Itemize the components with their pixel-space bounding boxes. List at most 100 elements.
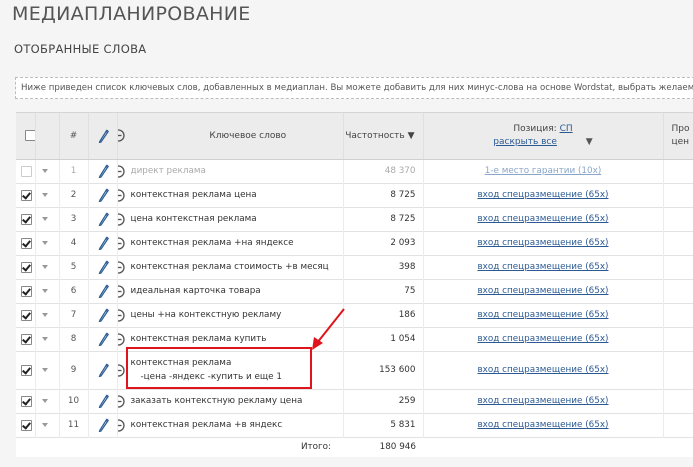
row-checkbox[interactable]	[21, 261, 32, 273]
row-edit-button[interactable]	[88, 303, 118, 327]
row-edit-button[interactable]	[88, 159, 118, 183]
row-position-link[interactable]: вход спецразмещение (65х)	[478, 262, 609, 272]
select-all-cell	[16, 113, 36, 160]
minus-circle-icon	[117, 394, 125, 408]
chevron-down-icon[interactable]	[41, 336, 48, 341]
row-checkbox[interactable]	[21, 333, 32, 345]
row-checkbox[interactable]	[21, 213, 32, 225]
info-box: Ниже приведен список ключевых слов, доба…	[15, 77, 693, 99]
row-edit-button[interactable]	[88, 327, 118, 351]
row-minus-words-button[interactable]	[117, 418, 125, 432]
row-keyword: цены +на контекстную рекламу	[130, 310, 282, 320]
row-position-link[interactable]: вход спецразмещение (65х)	[478, 214, 609, 224]
row-position-cell: 1-е место гарантии (10х)	[423, 159, 664, 183]
row-extra-cell	[663, 327, 693, 351]
minus-circle-icon[interactable]	[117, 129, 125, 142]
row-keyword-cell: контекстная реклама +в яндекс	[117, 413, 344, 437]
row-checkbox[interactable]	[21, 237, 32, 249]
row-frequency: 259	[343, 389, 424, 413]
row-minus-words-button[interactable]	[117, 260, 125, 274]
row-number: 8	[59, 327, 89, 351]
row-checkbox[interactable]	[21, 395, 32, 407]
row-edit-button[interactable]	[88, 413, 118, 437]
row-edit-button[interactable]	[88, 351, 118, 389]
row-keyword: цена контекстная реклама	[130, 214, 257, 224]
row-position-link[interactable]: вход спецразмещение (65х)	[478, 310, 609, 320]
row-extra-cell	[663, 183, 693, 207]
total-value: 180 946	[379, 442, 416, 453]
row-select-cell	[16, 255, 36, 279]
row-checkbox[interactable]	[21, 189, 32, 201]
row-position-link[interactable]: вход спецразмещение (65х)	[478, 420, 609, 430]
row-position-link[interactable]: вход спецразмещение (65х)	[478, 286, 609, 296]
row-checkbox[interactable]	[21, 364, 32, 376]
row-edit-button[interactable]	[88, 255, 118, 279]
row-minus-words-button[interactable]	[117, 363, 125, 377]
pencil-icon	[98, 418, 109, 433]
row-edit-button[interactable]	[88, 279, 118, 303]
row-position-link[interactable]: вход спецразмещение (65х)	[478, 396, 609, 406]
row-checkbox[interactable]	[21, 309, 32, 321]
info-text: Ниже приведен список ключевых слов, доба…	[21, 83, 693, 93]
chevron-down-icon[interactable]	[41, 367, 48, 372]
row-checkbox[interactable]	[21, 165, 32, 177]
row-menu-cell	[35, 279, 60, 303]
row-menu-cell	[35, 255, 60, 279]
row-menu-cell	[35, 413, 60, 437]
chevron-down-icon[interactable]	[41, 398, 48, 403]
row-frequency: 2 093	[343, 231, 424, 255]
row-minus-words-button[interactable]	[117, 332, 125, 346]
row-minus-words-button[interactable]	[117, 164, 125, 178]
row-number: 2	[59, 183, 89, 207]
header-extra: Про цен	[663, 113, 693, 160]
pencil-icon	[98, 284, 109, 299]
table-row: 6 идеальная карточка товара 75 вход спецраз…	[16, 279, 693, 303]
chevron-down-icon[interactable]	[41, 240, 48, 245]
row-edit-button[interactable]	[88, 207, 118, 231]
chevron-down-icon[interactable]	[41, 312, 48, 317]
row-minus-words-button[interactable]	[117, 236, 125, 250]
table-row: 2 контекстная реклама цена 8 725 вход спецр…	[16, 183, 693, 207]
row-minus-words-button[interactable]	[117, 212, 125, 226]
row-keyword-cell: контекстная реклама стоимость +в месяц	[117, 255, 344, 279]
chevron-down-icon[interactable]	[41, 168, 48, 173]
row-edit-button[interactable]	[88, 389, 118, 413]
row-extra-cell	[663, 413, 693, 437]
header-edit[interactable]	[88, 113, 118, 160]
pencil-icon	[98, 212, 109, 227]
table-header: # Ключевое слово Частотность ▼ Позиция: …	[16, 113, 693, 160]
pencil-icon	[98, 236, 109, 251]
chevron-down-icon[interactable]	[41, 422, 48, 427]
row-menu-cell	[35, 207, 60, 231]
expand-all-link[interactable]: раскрыть все	[493, 137, 557, 147]
header-frequency[interactable]: Частотность ▼	[343, 113, 424, 160]
row-position-link[interactable]: 1-е место гарантии (10х)	[485, 166, 602, 176]
row-number: 5	[59, 255, 89, 279]
chevron-down-icon[interactable]	[41, 216, 48, 221]
row-position-link[interactable]: вход спецразмещение (65х)	[478, 238, 609, 248]
row-minus-words-button[interactable]	[117, 284, 125, 298]
row-number: 10	[59, 389, 89, 413]
row-keyword-cell: директ реклама	[117, 159, 344, 183]
row-position-cell: вход спецразмещение (65х)	[423, 351, 664, 389]
chevron-down-icon[interactable]	[41, 264, 48, 269]
row-minus-words-button[interactable]	[117, 394, 125, 408]
header-keyword: Ключевое слово	[117, 113, 344, 160]
row-edit-button[interactable]	[88, 231, 118, 255]
row-minus-words-button[interactable]	[117, 308, 125, 322]
chevron-down-icon[interactable]	[41, 288, 48, 293]
row-position-link[interactable]: вход спецразмещение (65х)	[478, 190, 609, 200]
row-position-link[interactable]: вход спецразмещение (65х)	[478, 365, 609, 375]
table-row: 9 контекстная реклама -цена -яндекс -купит…	[16, 351, 693, 389]
row-checkbox[interactable]	[21, 419, 32, 431]
position-sort-icon[interactable]: ▼	[586, 137, 593, 147]
position-sp-link[interactable]: СП	[560, 124, 573, 134]
row-checkbox[interactable]	[21, 285, 32, 297]
select-all-checkbox[interactable]	[25, 130, 34, 142]
row-minus-words-button[interactable]	[117, 188, 125, 202]
row-extra-cell	[663, 389, 693, 413]
chevron-down-icon[interactable]	[41, 192, 48, 197]
row-keyword: контекстная реклама	[130, 358, 232, 368]
row-edit-button[interactable]	[88, 183, 118, 207]
row-position-link[interactable]: вход спецразмещение (65х)	[478, 334, 609, 344]
